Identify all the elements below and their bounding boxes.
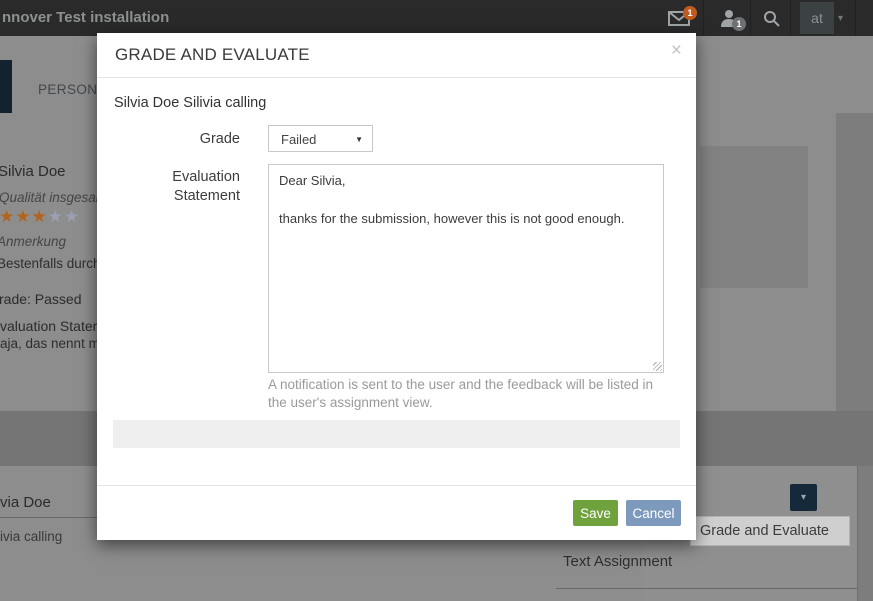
note-value: Bestenfalls durch — [0, 256, 101, 271]
grade-and-evaluate-modal: GRADE AND EVALUATE × Silvia Doe Silivia … — [97, 33, 696, 540]
select-caret-icon: ▼ — [355, 135, 363, 144]
notification-helper-text: A notification is sent to the user and t… — [268, 376, 668, 412]
topbar-separator — [703, 0, 704, 36]
account-caret-icon[interactable]: ▾ — [838, 0, 843, 36]
close-icon[interactable]: × — [671, 41, 682, 60]
rating-stars: ★★★★★ — [0, 207, 80, 227]
right-panel-box — [700, 146, 808, 288]
who-is-online-button[interactable]: 1 — [714, 0, 744, 36]
user-icon: 1 — [720, 9, 738, 27]
topbar-separator — [855, 0, 856, 36]
topbar: nnover Test installation 1 1 at ▾ — [0, 0, 873, 36]
note-label: Anmerkung — [0, 234, 66, 249]
evaluation-label: valuation Statem — [0, 318, 104, 334]
bottom-student-login: ivia calling — [0, 529, 62, 544]
stars-filled: ★★★ — [0, 207, 48, 226]
modal-subtitle: Silvia Doe Silivia calling — [114, 95, 266, 111]
grade-select-value: Failed — [281, 132, 316, 147]
modal-footer: Save Cancel — [97, 485, 696, 540]
user-badge: 1 — [732, 17, 746, 31]
mail-badge: 1 — [683, 6, 697, 20]
evaluation-value: aja, das nennt m — [0, 336, 100, 351]
mail-button[interactable]: 1 — [664, 0, 694, 36]
grade-line: rade: Passed — [0, 291, 82, 307]
modal-header: GRADE AND EVALUATE × — [97, 33, 696, 78]
stars-empty: ★★ — [48, 207, 80, 226]
grade-select[interactable]: Failed ▼ — [268, 125, 373, 152]
cancel-button[interactable]: Cancel — [626, 500, 681, 526]
menu-item-grade-and-evaluate: Grade and Evaluate — [690, 516, 850, 546]
textarea-resize-handle[interactable] — [653, 362, 662, 371]
form-toolbar-band — [113, 420, 680, 448]
chevron-down-icon: ▾ — [801, 492, 806, 503]
topbar-separator — [790, 0, 791, 36]
table-header-text-assignment: Text Assignment — [563, 553, 672, 570]
bottom-student-name: via Doe — [0, 494, 51, 511]
search-button[interactable] — [756, 0, 786, 36]
save-button[interactable]: Save — [573, 500, 618, 526]
student-name: Silvia Doe — [0, 163, 66, 180]
search-icon — [763, 10, 780, 27]
account-menu-button[interactable]: at — [800, 2, 834, 34]
evaluation-statement-label: Evaluation Statement — [113, 168, 240, 206]
modal-title: GRADE AND EVALUATE — [115, 45, 310, 65]
quality-label: Qualität insgesamt — [0, 190, 111, 205]
actions-dropdown-button: ▾ — [790, 484, 817, 511]
mail-icon: 1 — [668, 11, 690, 26]
table-row-divider — [556, 588, 857, 589]
topbar-separator — [750, 0, 751, 36]
grade-label: Grade — [113, 130, 240, 149]
active-tab-indicator — [0, 60, 12, 113]
table-right-border — [857, 466, 858, 601]
installation-title: nnover Test installation — [2, 9, 169, 26]
evaluation-statement-textarea[interactable]: Dear Silvia, thanks for the submission, … — [268, 164, 664, 373]
